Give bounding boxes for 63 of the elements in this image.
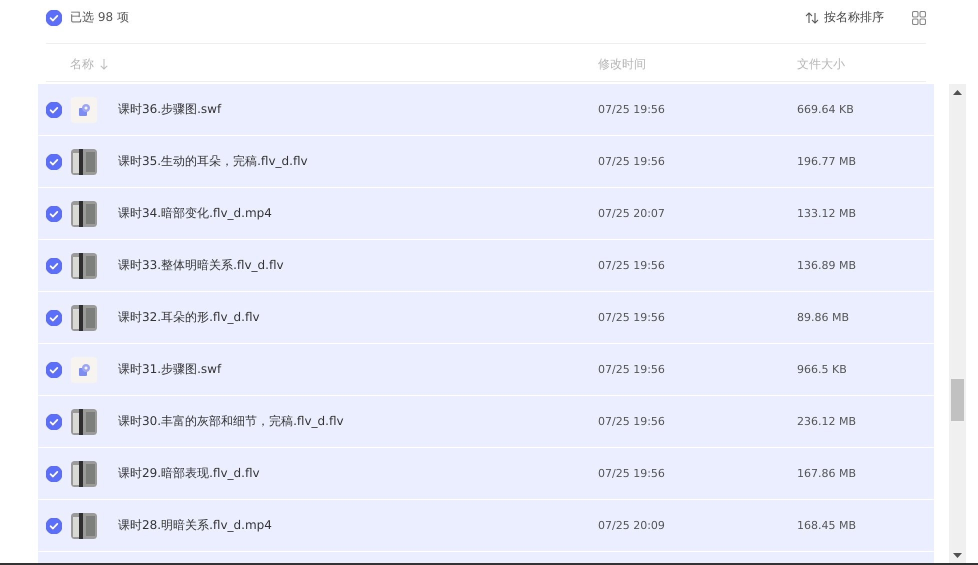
scroll-down-icon[interactable]: [953, 553, 962, 558]
selection-count: 已选 98 项: [70, 9, 129, 26]
file-size: 167.86 MB: [797, 467, 858, 480]
file-size: 89.86 MB: [797, 311, 850, 324]
modified-time: 07/25 19:56: [598, 363, 666, 376]
file-size: 669.64 KB: [797, 103, 855, 116]
modified-time: 07/25 19:56: [598, 103, 666, 116]
modified-time: 07/25 19:56: [598, 155, 666, 168]
scrollbar-thumb[interactable]: [951, 379, 964, 421]
row-checkbox[interactable]: [46, 518, 62, 534]
flash-file-icon: [71, 96, 97, 122]
video-thumbnail: [71, 304, 97, 330]
file-name: 课时30.丰富的灰部和细节，完稿.flv_d.flv: [118, 413, 345, 430]
file-row[interactable]: 课时31.步骤图.swf 07/25 19:56 966.5 KB: [38, 344, 934, 396]
file-name: 课时34.暗部变化.flv_d.mp4: [118, 205, 273, 222]
row-checkbox[interactable]: [46, 466, 62, 482]
file-row[interactable]: 课时32.耳朵的形.flv_d.flv 07/25 19:56 89.86 MB: [38, 292, 934, 344]
file-name: 课时29.暗部表现.flv_d.flv: [118, 465, 261, 482]
video-thumbnail: [71, 460, 97, 486]
video-thumbnail: [71, 408, 97, 434]
video-thumbnail: [71, 512, 97, 538]
modified-time: 07/25 19:56: [598, 415, 666, 428]
row-checkbox[interactable]: [46, 258, 62, 274]
row-checkbox[interactable]: [46, 414, 62, 430]
file-size: 136.89 MB: [797, 259, 858, 272]
modified-time: 07/25 19:56: [598, 259, 666, 272]
row-checkbox[interactable]: [46, 102, 62, 118]
row-checkbox[interactable]: [46, 154, 62, 170]
file-row[interactable]: 课时30.丰富的灰部和细节，完稿.flv_d.flv 07/25 19:56 236.12 MB: [38, 396, 934, 448]
file-size: 133.12 MB: [797, 207, 858, 220]
row-checkbox[interactable]: [46, 362, 62, 378]
video-thumbnail: [71, 148, 97, 174]
file-size: 168.45 MB: [797, 519, 858, 532]
modified-time: 07/25 19:56: [598, 311, 666, 324]
file-row[interactable]: 课时35.生动的耳朵，完稿.flv_d.flv 07/25 19:56 196.77 MB: [38, 136, 934, 188]
file-name: 课时36.步骤图.swf: [118, 101, 222, 118]
sort-button[interactable]: 按名称排序: [805, 9, 884, 26]
file-row[interactable]: 课时29.暗部表现.flv_d.flv 07/25 19:56 167.86 MB: [38, 448, 934, 500]
file-size: 236.12 MB: [797, 415, 858, 428]
file-row[interactable]: 课时36.步骤图.swf 07/25 19:56 669.64 KB: [38, 84, 934, 136]
file-row[interactable]: 课时33.整体明暗关系.flv_d.flv 07/25 19:56 136.89 MB: [38, 240, 934, 292]
file-size: 966.5 KB: [797, 363, 848, 376]
row-checkbox[interactable]: [46, 206, 62, 222]
row-checkbox[interactable]: [46, 310, 62, 326]
select-all-checkbox[interactable]: [46, 10, 62, 26]
modified-time: 07/25 19:56: [598, 467, 666, 480]
file-name: 课时33.整体明暗关系.flv_d.flv: [118, 257, 285, 274]
file-name: 课时31.步骤图.swf: [118, 361, 222, 378]
file-row[interactable]: 课时34.暗部变化.flv_d.mp4 07/25 20:07 133.12 MB: [38, 188, 934, 240]
file-size: 196.77 MB: [797, 155, 858, 168]
file-row[interactable]: 课时28.明暗关系.flv_d.mp4 07/25 20:09 168.45 MB: [38, 500, 934, 552]
scrollbar[interactable]: [949, 84, 966, 563]
file-name: 课时32.耳朵的形.flv_d.flv: [118, 309, 261, 326]
grid-view-icon[interactable]: [912, 10, 926, 24]
modified-time: 07/25 20:07: [598, 207, 666, 220]
sort-arrows-icon: [805, 12, 819, 24]
file-name: 课时35.生动的耳朵，完稿.flv_d.flv: [118, 153, 309, 170]
scroll-up-icon[interactable]: [953, 90, 962, 95]
flash-file-icon: [71, 356, 97, 382]
modified-time: 07/25 20:09: [598, 519, 666, 532]
video-thumbnail: [71, 200, 97, 226]
video-thumbnail: [71, 252, 97, 278]
file-name: 课时28.明暗关系.flv_d.mp4: [118, 517, 273, 534]
